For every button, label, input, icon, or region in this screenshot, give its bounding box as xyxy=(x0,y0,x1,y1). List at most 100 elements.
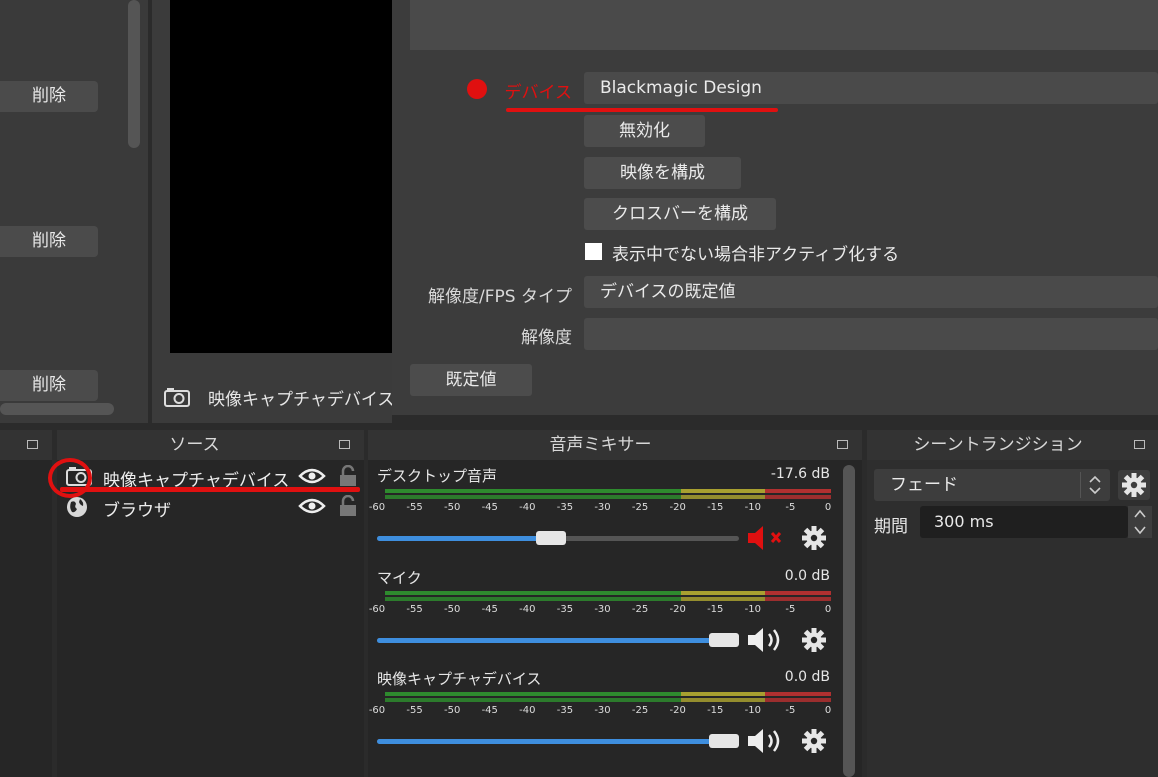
resolution-fps-select[interactable]: デバイスの既定値 xyxy=(584,276,1158,308)
defaults-button[interactable]: 既定値 xyxy=(410,364,532,396)
vertical-scrollbar[interactable] xyxy=(128,0,140,148)
channel-name: デスクトップ音声 xyxy=(377,467,498,485)
camera-icon xyxy=(164,387,190,411)
transitions-dock-header: シーントランジション xyxy=(867,430,1158,460)
duration-decrement-button[interactable] xyxy=(1128,522,1152,538)
gear-icon[interactable] xyxy=(1118,470,1150,504)
meter-tick-label: -50 xyxy=(443,604,461,615)
mixer-dock-header: 音声ミキサー xyxy=(368,430,862,460)
delete-button-2[interactable]: 削除 xyxy=(0,226,98,257)
meter-tick-label: -30 xyxy=(594,705,611,716)
volume-slider-fill xyxy=(377,536,540,541)
gear-icon[interactable] xyxy=(800,727,828,759)
volume-slider-fill xyxy=(377,638,717,643)
speaker-icon[interactable] xyxy=(746,727,790,759)
volume-slider-handle[interactable] xyxy=(709,633,739,647)
volume-slider[interactable] xyxy=(377,734,739,748)
float-icon[interactable] xyxy=(339,440,350,449)
meter-tick-label: -40 xyxy=(519,604,536,615)
meter-tick-label: -20 xyxy=(669,604,686,615)
configure-crossbar-button[interactable]: クロスバーを構成 xyxy=(584,198,776,230)
meter-tick-label: 0 xyxy=(824,502,832,513)
eye-icon[interactable] xyxy=(298,497,326,519)
meter-tick-label: -35 xyxy=(556,705,574,716)
meter-tick-label: 0 xyxy=(824,705,832,716)
source-name: ブラウザ xyxy=(103,501,171,521)
meter-tick-label: -55 xyxy=(406,705,423,716)
meter-tick-label: -60 xyxy=(368,604,386,615)
volume-slider-handle[interactable] xyxy=(709,734,739,748)
meter-tick-label: -5 xyxy=(785,502,796,513)
volume-meter xyxy=(385,489,831,499)
scene-list-panel xyxy=(0,0,148,423)
float-icon[interactable] xyxy=(1134,440,1145,449)
channel-db-readout: 0.0 dB xyxy=(784,669,830,685)
source-item-browser[interactable]: ブラウザ xyxy=(58,492,364,521)
meter-tick-label: -50 xyxy=(443,705,461,716)
float-icon[interactable] xyxy=(837,440,848,449)
source-item-video-capture[interactable]: 映像キャプチャデバイス xyxy=(58,462,364,491)
annotation-underline xyxy=(506,108,778,112)
preview-source-label: 映像キャプチャデバイス xyxy=(208,390,395,410)
meter-tick-label: -20 xyxy=(669,502,686,513)
volume-slider-fill xyxy=(377,739,717,744)
meter-tick-label: -15 xyxy=(707,705,724,716)
device-label: デバイス xyxy=(504,83,573,103)
sources-dock-header: ソース xyxy=(57,430,364,460)
updown-icon xyxy=(1080,472,1108,498)
meter-tick-label: -20 xyxy=(669,705,686,716)
lock-icon[interactable] xyxy=(339,494,357,521)
configure-video-button[interactable]: 映像を構成 xyxy=(584,157,741,189)
deactivate-button[interactable]: 無効化 xyxy=(584,115,705,147)
speaker-icon[interactable] xyxy=(746,626,790,658)
meter-tick-label: -15 xyxy=(707,604,724,615)
preview-canvas xyxy=(170,0,392,353)
meter-tick-label: -55 xyxy=(406,604,423,615)
gear-icon[interactable] xyxy=(800,626,828,658)
transition-value: フェード xyxy=(890,475,958,495)
resolution-select[interactable] xyxy=(584,318,1158,350)
channel-name: マイク xyxy=(377,569,422,587)
eye-icon[interactable] xyxy=(298,467,326,489)
meter-tick-label: -10 xyxy=(744,502,761,513)
meter-tick-label: -40 xyxy=(519,502,536,513)
meter-tick-label: -45 xyxy=(481,502,498,513)
meter-tick-label: 0 xyxy=(824,604,832,615)
speaker-muted-icon[interactable] xyxy=(746,524,790,556)
channel-name: 映像キャプチャデバイス xyxy=(377,670,542,688)
meter-tick-label: -5 xyxy=(785,604,796,615)
meter-tick-label: -30 xyxy=(594,502,611,513)
meter-tick-label: -35 xyxy=(556,502,574,513)
volume-slider[interactable] xyxy=(377,633,739,647)
delete-button-1[interactable]: 削除 xyxy=(0,81,98,112)
meter-tick-label: -50 xyxy=(443,502,461,513)
duration-label: 期間 xyxy=(874,517,908,537)
meter-tick-label: -10 xyxy=(744,604,761,615)
horizontal-scrollbar[interactable] xyxy=(0,403,114,415)
device-select[interactable]: Blackmagic Design xyxy=(584,72,1158,104)
meter-tick-label: -55 xyxy=(406,502,423,513)
meter-tick-label: -10 xyxy=(744,705,761,716)
delete-button-3[interactable]: 削除 xyxy=(0,370,98,401)
meter-tick-label: -15 xyxy=(707,502,724,513)
duration-input[interactable]: 300 ms xyxy=(920,506,1128,538)
meter-tick-label: -45 xyxy=(481,604,498,615)
meter-tick-label: -35 xyxy=(556,604,574,615)
volume-slider-handle[interactable] xyxy=(536,531,566,545)
duration-increment-button[interactable] xyxy=(1128,506,1152,522)
float-icon[interactable] xyxy=(27,440,38,449)
annotation-dot xyxy=(467,79,487,99)
gear-icon[interactable] xyxy=(800,524,828,556)
scenes-dock-header xyxy=(0,430,52,460)
meter-tick-label: -60 xyxy=(368,502,386,513)
scenes-dock-body xyxy=(0,460,52,777)
mixer-dock-title: 音声ミキサー xyxy=(549,435,652,455)
volume-slider[interactable] xyxy=(377,531,739,545)
channel-db-readout: 0.0 dB xyxy=(784,568,830,584)
mixer-scrollbar[interactable] xyxy=(843,465,855,777)
transition-select[interactable]: フェード xyxy=(874,469,1110,501)
volume-meter xyxy=(385,692,831,702)
deactivate-when-hidden-checkbox[interactable] xyxy=(585,243,602,260)
meter-tick-label: -60 xyxy=(368,705,386,716)
resolution-fps-label: 解像度/FPS タイプ xyxy=(428,287,572,307)
